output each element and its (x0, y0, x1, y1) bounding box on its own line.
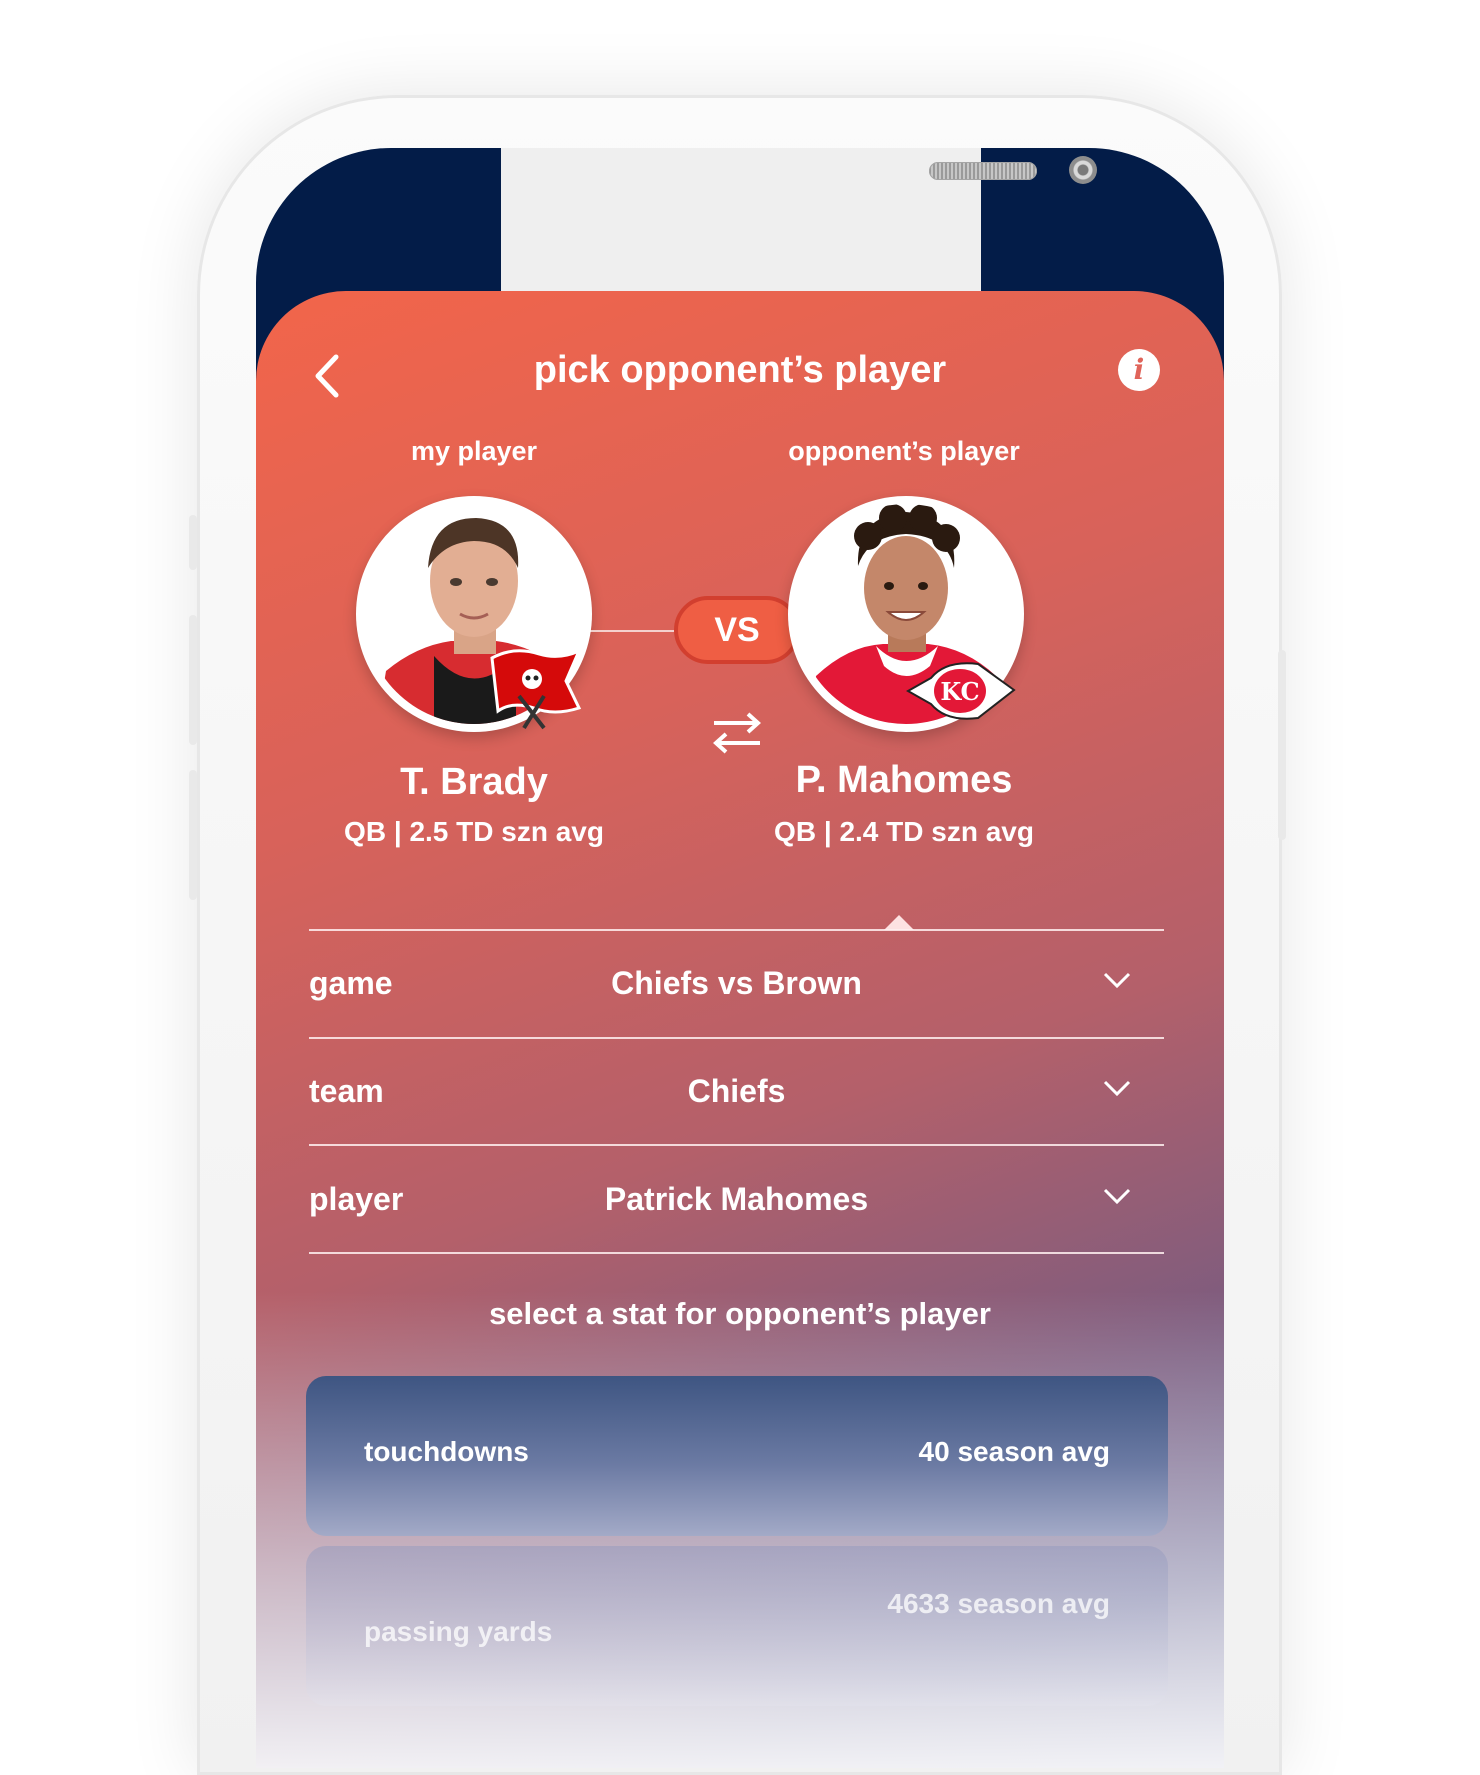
team-value: Chiefs (687, 1073, 786, 1109)
stat-value: 40 season avg (918, 1436, 1110, 1467)
page-title: pick opponent’s player (533, 349, 947, 391)
my-player-name: T. Brady (400, 761, 548, 803)
stat-label: touchdowns (364, 1436, 529, 1467)
chevron-down-icon (1103, 1080, 1131, 1097)
my-player-stat: QB | 2.5 TD szn avg (344, 816, 604, 847)
stat-label: passing yards (364, 1616, 553, 1647)
divider (309, 1252, 1164, 1254)
phone-side-button (189, 615, 197, 745)
phone-side-button (189, 770, 197, 900)
phone-side-button (1278, 650, 1286, 840)
phone-screen: pick opponent’s player i my player oppon… (256, 148, 1224, 1768)
stat-card-touchdowns[interactable]: touchdowns 40 season avg (306, 1376, 1168, 1536)
player-selector[interactable]: player Patrick Mahomes (309, 1147, 1164, 1253)
opponent-player-stat: QB | 2.4 TD szn avg (774, 816, 1034, 847)
chevron-down-icon (1103, 1188, 1131, 1205)
player-value: Patrick Mahomes (604, 1181, 869, 1217)
buccaneers-logo-icon (490, 648, 582, 730)
stat-card-passing-yards[interactable]: passing yards 4633 season avg (306, 1546, 1168, 1706)
opponent-player-avatar[interactable]: KC (788, 496, 1024, 732)
chevron-down-icon (1103, 972, 1131, 989)
speaker-grille (929, 162, 1037, 180)
info-icon[interactable]: i (1118, 349, 1160, 391)
game-selector[interactable]: game Chiefs vs Brown (309, 931, 1164, 1037)
opponent-player-name: P. Mahomes (795, 759, 1013, 801)
app-view: pick opponent’s player i my player oppon… (256, 291, 1224, 1768)
vs-badge: VS (674, 596, 800, 664)
svg-text:KC: KC (940, 677, 979, 706)
vs-connector-left (586, 630, 674, 632)
phone-side-button (189, 515, 197, 570)
my-player-label: my player (410, 436, 538, 466)
opponent-player-label: opponent’s player (788, 436, 1020, 466)
selection-pointer (884, 915, 914, 930)
stat-value: 4633 season avg (887, 1588, 1110, 1619)
swap-arrows-icon[interactable] (710, 711, 764, 755)
game-value: Chiefs vs Brown (611, 965, 862, 1001)
chiefs-logo-icon: KC (906, 662, 1016, 720)
stat-section-title: select a stat for opponent’s player (489, 1296, 991, 1331)
divider (309, 1144, 1164, 1146)
my-player-avatar[interactable] (356, 496, 592, 732)
team-selector[interactable]: team Chiefs (309, 1039, 1164, 1145)
front-camera (1069, 156, 1097, 184)
